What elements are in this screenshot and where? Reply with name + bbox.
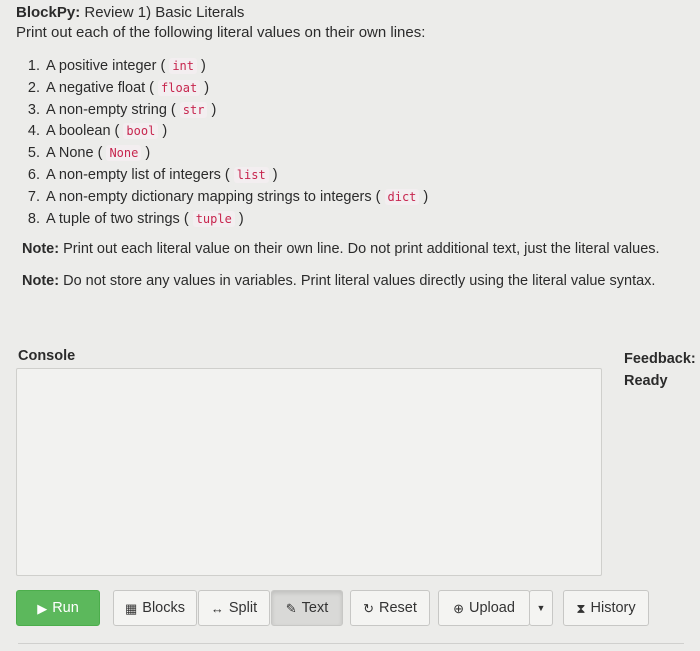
task-list: A positive integer ( int ) A negative fl… [22,56,428,230]
note-2: Note: Do not store any values in variabl… [22,273,655,289]
literal-code: float [158,79,201,96]
play-icon: ▶ [37,600,48,616]
caret-down-icon: ▼ [536,602,546,613]
feedback-label: Feedback: [624,351,696,367]
reset-button[interactable]: ↻ Reset [350,590,430,626]
literal-code: None [106,145,142,162]
page-header: BlockPy: Review 1) Basic Literals [16,4,244,21]
literal-code: list [233,166,269,183]
instructions: Print out each of the following literal … [16,24,426,41]
literal-code: dict [384,188,420,205]
feedback-panel: Feedback: Ready [624,348,696,392]
literal-code: int [169,58,198,74]
list-item: A negative float ( float ) [44,78,428,100]
hourglass-icon: ⧗ [576,600,586,616]
console-label: Console [18,348,76,364]
note-1: Note: Print out each literal value on th… [22,241,660,257]
grid-icon: ▦ [124,600,138,616]
note-label: Note: [22,241,60,257]
note-label: Note: [22,273,60,289]
console-output[interactable] [16,368,602,576]
left-right-arrow-icon: ↔ [210,600,224,616]
note-text: Print out each literal value on their ow… [59,241,660,257]
refresh-icon: ↻ [363,600,374,616]
divider [18,643,684,644]
list-item: A tuple of two strings ( tuple ) [44,209,428,231]
upload-dropdown-button[interactable]: ▼ [529,590,553,626]
history-button[interactable]: ⧗ History [563,590,649,626]
literal-code: bool [123,123,159,140]
run-button[interactable]: ▶ Run [16,590,100,626]
list-item: A positive integer ( int ) [44,56,428,78]
list-item: A boolean ( bool ) [44,121,428,143]
upload-button[interactable]: ⊕ Upload [438,590,530,626]
list-item: A None ( None ) [44,143,428,165]
note-text: Do not store any values in variables. Pr… [59,273,656,289]
literal-code: tuple [192,210,235,227]
assignment-title: Review 1) Basic Literals [84,4,245,21]
list-item: A non-empty dictionary mapping strings t… [44,187,428,209]
blocks-button[interactable]: ▦ Blocks [113,590,197,626]
text-button[interactable]: ✎ Text [271,590,343,626]
list-item: A non-empty list of integers ( list ) [44,165,428,187]
pencil-icon: ✎ [285,600,297,616]
brand-name: BlockPy: [16,4,81,21]
feedback-status: Ready [624,373,668,389]
split-button[interactable]: ↔ Split [198,590,270,626]
list-item: A non-empty string ( str ) [44,100,428,122]
literal-code: str [179,101,208,118]
upload-circle-icon: ⊕ [453,600,464,616]
